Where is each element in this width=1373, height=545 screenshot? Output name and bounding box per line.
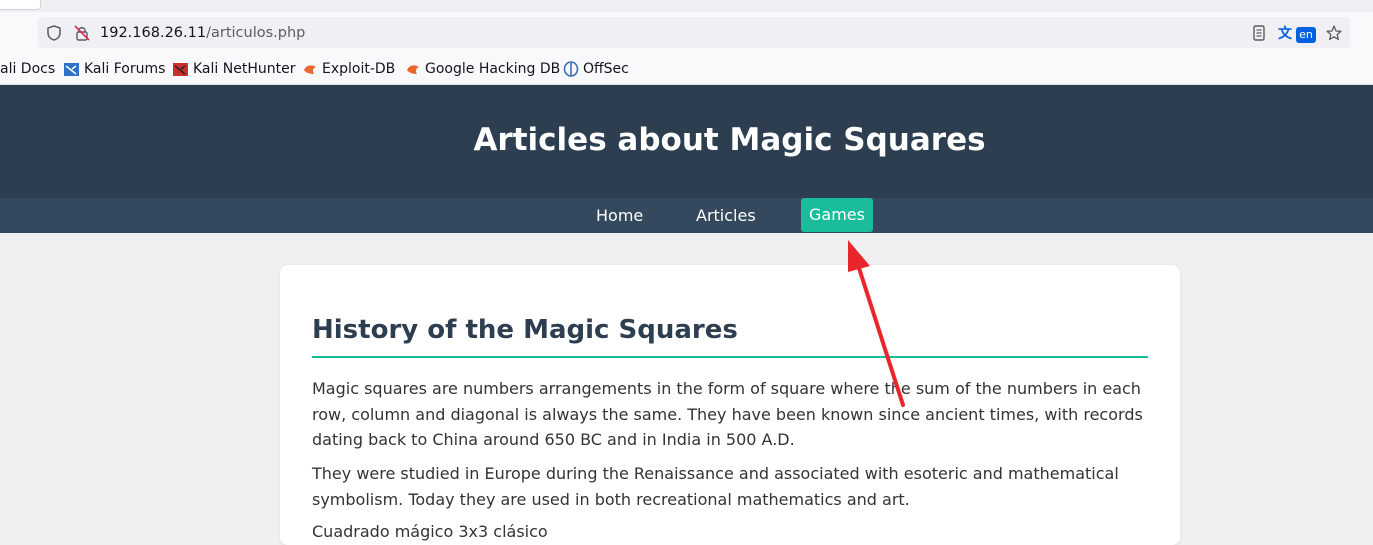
bookmark-kali-forums[interactable]: Kali Forums <box>63 60 165 78</box>
tab-strip <box>0 0 1373 12</box>
nav-home-link[interactable]: Home <box>588 198 651 233</box>
nav-articles-link[interactable]: Articles <box>688 198 764 233</box>
bookmark-google-hacking-db[interactable]: Google Hacking DB <box>405 60 560 78</box>
bookmark-label: Exploit-DB <box>322 61 396 77</box>
insecure-lock-icon[interactable] <box>73 24 91 42</box>
bookmark-kali-nethunter[interactable]: Kali NetHunter <box>172 60 295 78</box>
article-paragraph-2: They were studied in Europe during the R… <box>312 464 1119 509</box>
kali-forums-icon <box>64 62 79 76</box>
reader-view-icon[interactable] <box>1250 24 1268 42</box>
offsec-icon <box>563 61 579 77</box>
translate-icon[interactable]: 文 en <box>1278 23 1318 43</box>
site-title: Articles about Magic Squares <box>473 122 986 158</box>
exploit-db-icon <box>304 65 316 74</box>
article-heading: History of the Magic Squares <box>312 312 1148 358</box>
bookmark-exploit-db[interactable]: Exploit-DB <box>302 60 395 78</box>
bookmark-label: Kali Forums <box>84 61 166 77</box>
url-path: /articulos.php <box>206 25 306 41</box>
ghdb-icon <box>407 65 419 74</box>
shield-icon[interactable] <box>45 24 63 42</box>
image-caption: Cuadrado mágico 3x3 clásico <box>312 522 548 541</box>
kali-nethunter-icon <box>173 62 188 76</box>
nav-games-link[interactable]: Games <box>801 198 873 232</box>
article-card: History of the Magic Squares Magic squar… <box>280 265 1180 545</box>
article-paragraph-1: Magic squares are numbers arrangements i… <box>312 379 1143 449</box>
bookmark-label: OffSec <box>583 61 629 77</box>
bookmark-offsec[interactable]: OffSec <box>563 60 629 78</box>
bookmark-kali-docs[interactable]: ali Docs <box>0 60 55 78</box>
translate-badge: en <box>1296 27 1316 43</box>
bookmark-label: Google Hacking DB <box>425 61 561 77</box>
star-icon[interactable] <box>1325 24 1343 42</box>
bookmark-label: Kali NetHunter <box>193 61 296 77</box>
site-nav <box>0 198 1373 233</box>
bookmark-label: ali Docs <box>0 61 56 77</box>
url-host: 192.168.26.11 <box>100 25 207 41</box>
active-tab[interactable] <box>0 0 41 10</box>
url-text[interactable]: 192.168.26.11/articulos.php <box>100 24 305 42</box>
